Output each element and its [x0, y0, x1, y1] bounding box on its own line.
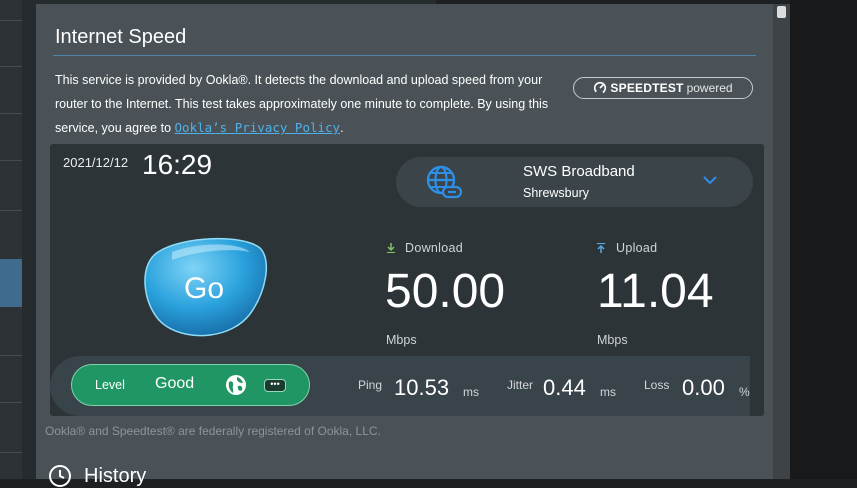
- go-label: Go: [183, 272, 225, 305]
- speedtest-powered-badge: SPEEDTEST powered: [573, 77, 753, 99]
- upload-arrow-icon: [597, 243, 605, 253]
- server-selector[interactable]: SWS Broadband Shrewsbury: [396, 157, 753, 207]
- level-label: Level: [95, 378, 125, 392]
- ping-label: Ping: [358, 378, 383, 392]
- upload-unit: Mbps: [597, 333, 628, 347]
- privacy-policy-link[interactable]: Ookla’s Privacy Policy: [175, 120, 341, 135]
- jitter-unit: ms: [600, 385, 616, 399]
- service-description: This service is provided by Ookla®. It d…: [55, 68, 555, 140]
- left-nav-selected[interactable]: [0, 259, 22, 307]
- level-indicator: Level Good •••: [71, 364, 310, 406]
- download-unit: Mbps: [386, 333, 417, 347]
- server-city: Shrewsbury: [523, 186, 589, 200]
- ping-unit: ms: [463, 385, 479, 399]
- history-clock-icon: [49, 465, 71, 487]
- speedometer-icon: [594, 81, 607, 95]
- scrollbar[interactable]: [773, 4, 790, 479]
- jitter-value: 0.44: [543, 375, 586, 400]
- globe-icon[interactable]: [225, 374, 247, 396]
- speedtest-brand: SPEEDTEST: [610, 81, 684, 95]
- background-right: [790, 0, 857, 479]
- ping-value: 10.53: [394, 375, 450, 400]
- background-strip: [22, 0, 36, 479]
- download-label: Download: [405, 241, 463, 255]
- jitter-label: Jitter: [507, 378, 534, 392]
- result-bar: Level Good ••• Ping 10.53 ms Jitter 0.44…: [50, 356, 750, 416]
- server-name: SWS Broadband: [523, 163, 635, 180]
- more-options-button[interactable]: •••: [264, 379, 286, 392]
- scrollbar-thumb[interactable]: [777, 6, 786, 18]
- go-button[interactable]: Go: [138, 234, 270, 342]
- test-time: 16:29: [142, 149, 213, 180]
- description-suffix: .: [340, 121, 344, 135]
- powered-text: powered: [686, 81, 733, 95]
- internet-speed-panel: Internet Speed This service is provided …: [36, 4, 773, 487]
- globe-link-icon: [426, 165, 462, 199]
- loss-unit: %: [739, 385, 750, 399]
- download-arrow-icon: [387, 243, 395, 253]
- trademark-footer: Ookla® and Speedtest® are federally regi…: [45, 424, 381, 438]
- loss-value: 0.00: [682, 375, 725, 400]
- title-divider: [53, 55, 756, 56]
- level-value: Good: [155, 375, 195, 392]
- chevron-down-icon[interactable]: [702, 175, 718, 185]
- history-title: History: [84, 464, 147, 487]
- history-section-header[interactable]: History: [48, 464, 146, 488]
- upload-value: 11.04: [597, 265, 714, 318]
- download-value: 50.00: [385, 265, 506, 318]
- test-date: 2021/12/12: [63, 155, 129, 170]
- left-nav-strip: [0, 0, 22, 479]
- loss-label: Loss: [644, 378, 670, 392]
- upload-label: Upload: [616, 241, 658, 255]
- page-title: Internet Speed: [55, 26, 187, 48]
